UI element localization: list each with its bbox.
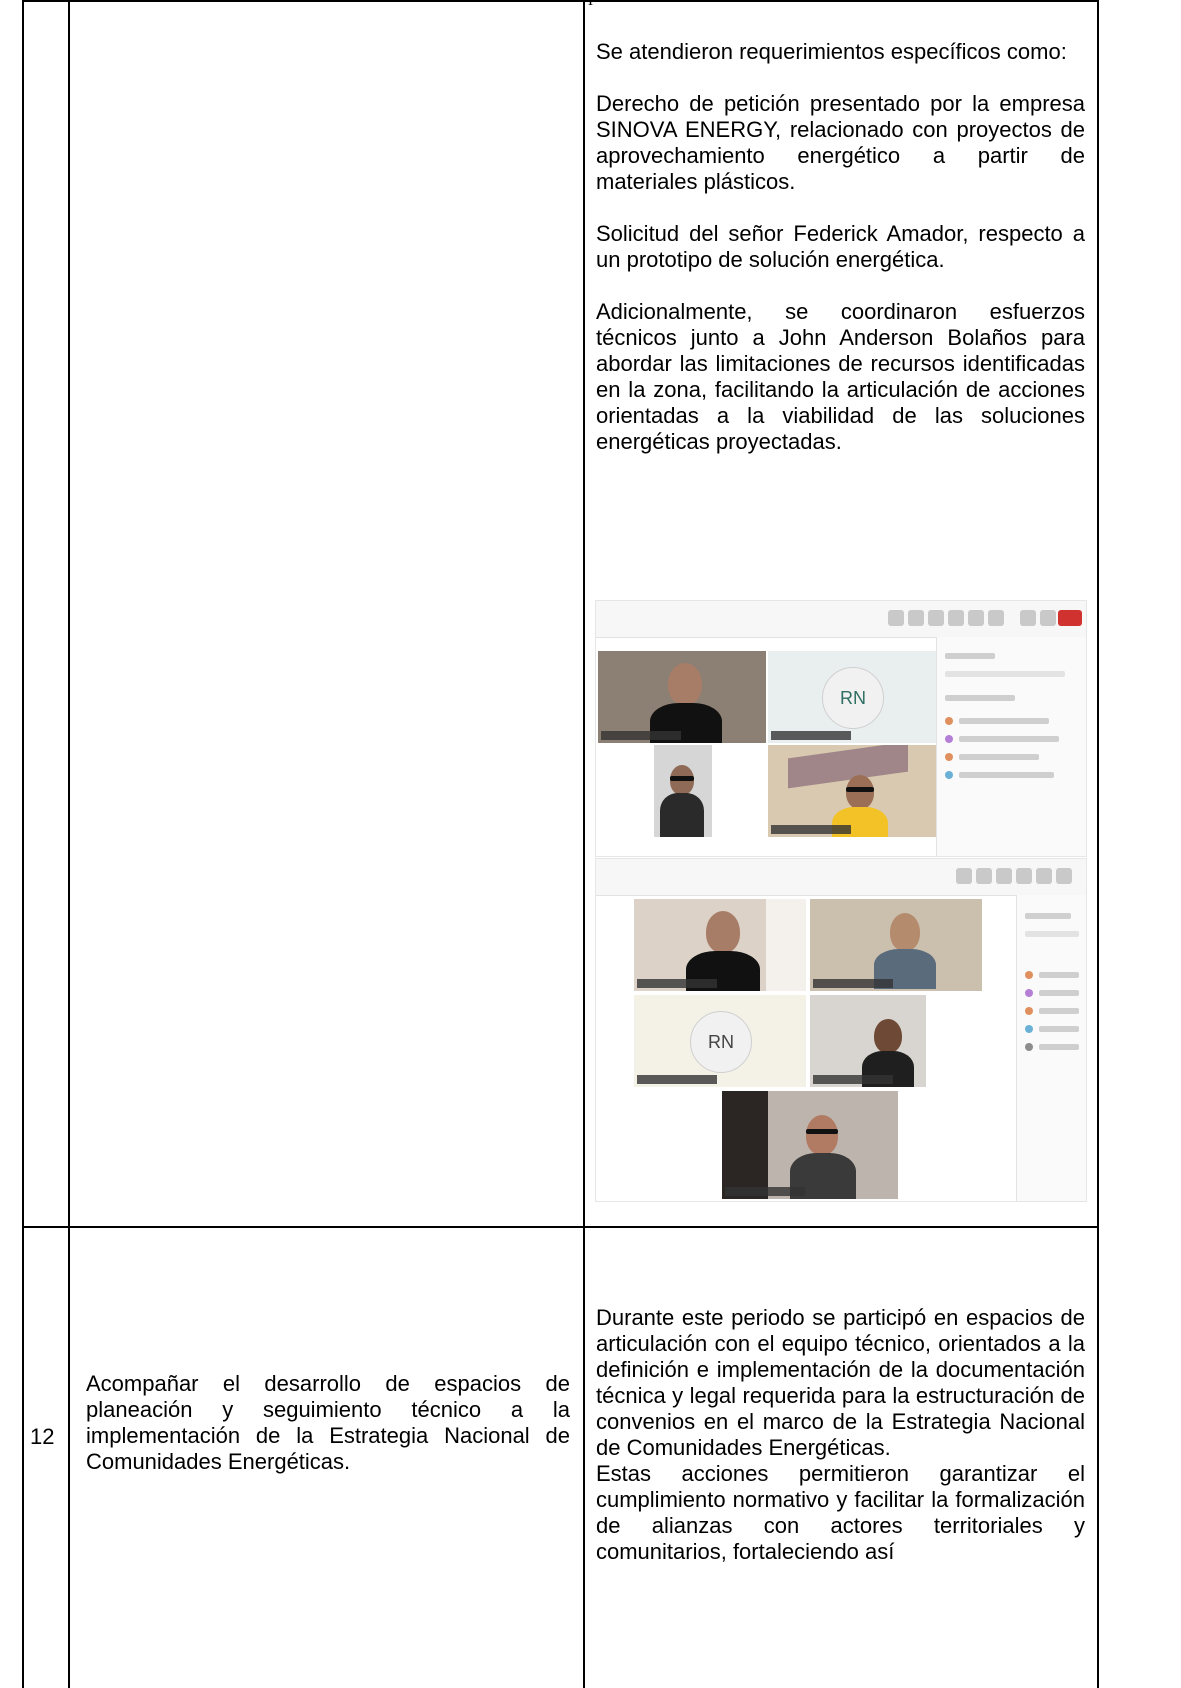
table-divider-1 xyxy=(68,0,70,1688)
results-paragraph-1: Se atendieron requerimientos específicos… xyxy=(596,39,1067,64)
row-separator xyxy=(22,1226,1099,1228)
results-paragraph-1: Durante este periodo se participó en esp… xyxy=(596,1305,1085,1460)
avatar: RN xyxy=(690,1011,752,1073)
row2-results: Durante este periodo se participó en esp… xyxy=(596,1305,1085,1565)
participants-panel xyxy=(936,637,1086,856)
leave-button-icon xyxy=(1058,610,1082,626)
row2-number: 12 xyxy=(30,1424,55,1449)
avatar: RN xyxy=(822,667,884,729)
video-tile xyxy=(654,745,712,837)
row2-activity: Acompañar el desarrollo de espacios de p… xyxy=(86,1371,570,1474)
video-tile xyxy=(634,899,806,991)
table-border-top xyxy=(22,0,1099,2)
header-fragment: l xyxy=(588,0,593,8)
meeting-toolbar xyxy=(596,859,1086,896)
results-paragraph-3: Solicitud del señor Federick Amador, res… xyxy=(596,221,1085,272)
meeting-screenshot-1: RN xyxy=(595,600,1087,857)
participants-panel xyxy=(1016,895,1086,1201)
video-tile: RN xyxy=(634,995,806,1087)
table-divider-2 xyxy=(583,0,585,1688)
video-tile xyxy=(810,995,926,1087)
video-tile: RN xyxy=(768,651,936,743)
meeting-screenshot-2: RN xyxy=(595,858,1087,1202)
table-border-right xyxy=(1097,0,1099,1688)
results-paragraph-2: Estas acciones permitieron garantizar el… xyxy=(596,1461,1085,1564)
video-tile xyxy=(810,899,982,991)
table-border-left xyxy=(22,0,24,1688)
video-tile xyxy=(768,745,936,837)
video-tile xyxy=(722,1091,898,1199)
meeting-toolbar xyxy=(596,601,1086,638)
row1-results: Se atendieron requerimientos específicos… xyxy=(596,39,1085,481)
video-tile xyxy=(598,651,766,743)
results-paragraph-2: Derecho de petición presentado por la em… xyxy=(596,91,1085,194)
results-paragraph-4: Adicionalmente, se coordinaron esfuerzos… xyxy=(596,299,1085,454)
